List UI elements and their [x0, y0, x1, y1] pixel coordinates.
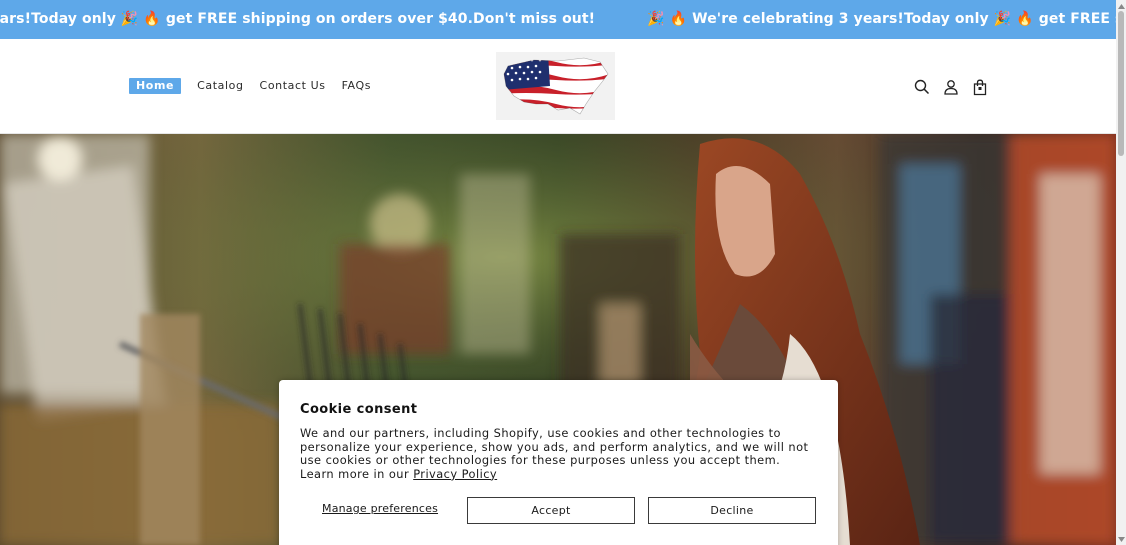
page-scrollbar[interactable] [1116, 0, 1126, 545]
header-icons [912, 77, 999, 97]
cookie-body: We and our partners, including Shopify, … [300, 426, 818, 481]
scrollbar-thumb[interactable] [1118, 11, 1124, 156]
announcement-message: 🎉 🔥 We're celebrating 3 years!Today only… [647, 11, 1116, 27]
decline-button[interactable]: Decline [648, 497, 816, 524]
cookie-consent-dialog: Cookie consent We and our partners, incl… [279, 380, 838, 545]
store-logo[interactable] [496, 52, 615, 120]
announcement-message: ears!Today only 🎉 🔥 get FREE shipping on… [0, 11, 596, 27]
account-icon[interactable] [941, 77, 961, 97]
main-nav: Home Catalog Contact Us FAQs [129, 78, 387, 94]
nav-home[interactable]: Home [129, 78, 182, 94]
nav-catalog[interactable]: Catalog [197, 78, 243, 94]
privacy-policy-link[interactable]: Privacy Policy [413, 467, 497, 481]
nav-faqs[interactable]: FAQs [342, 78, 371, 94]
cookie-actions: Manage preferences Accept Decline [300, 497, 817, 524]
manage-preferences-button[interactable]: Manage preferences [322, 502, 438, 515]
scroll-down-arrow-icon[interactable] [1117, 535, 1125, 543]
usa-flag-map-logo [503, 57, 609, 115]
cart-icon[interactable] [970, 77, 990, 97]
accept-button[interactable]: Accept [467, 497, 635, 524]
announcement-bar: ears!Today only 🎉 🔥 get FREE shipping on… [0, 0, 1116, 39]
scroll-up-arrow-icon[interactable] [1117, 2, 1125, 10]
search-icon[interactable] [912, 77, 932, 97]
site-header: Home Catalog Contact Us FAQs [0, 39, 1116, 134]
nav-contact-us[interactable]: Contact Us [260, 78, 326, 94]
cookie-title: Cookie consent [300, 402, 418, 417]
cookie-body-text: We and our partners, including Shopify, … [300, 426, 809, 481]
announcement-marquee: ears!Today only 🎉 🔥 get FREE shipping on… [0, 0, 1116, 39]
